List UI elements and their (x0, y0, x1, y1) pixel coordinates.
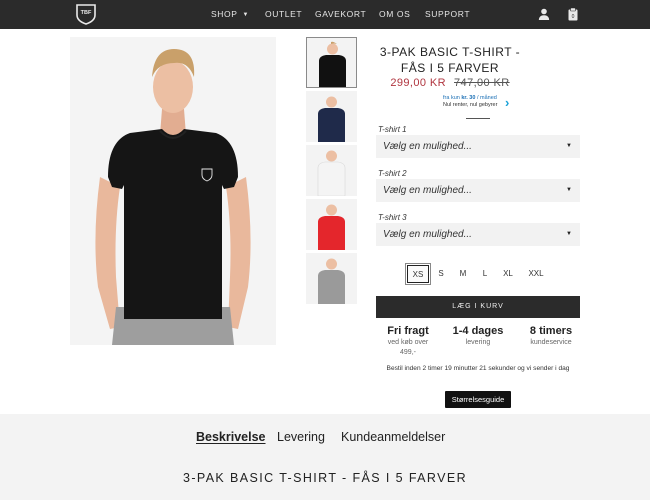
sale-price: 299,00 KR (390, 77, 446, 89)
size-guide-button[interactable]: Størrelsesguide (445, 391, 511, 408)
usp-title: 8 timers (529, 325, 573, 337)
size-option-s[interactable]: S (433, 265, 449, 283)
option-label-tshirt-2: T-shirt 2 (378, 169, 407, 178)
price-row: 299,00 KR 747,00 KR (376, 77, 524, 89)
usp-delivery: 1-4 dages levering (444, 325, 512, 348)
usp-subtitle: levering (465, 339, 491, 346)
size-option-l[interactable]: L (477, 265, 493, 283)
thumbnail-image (307, 38, 356, 87)
thumbnail-red[interactable] (306, 199, 357, 250)
size-option-xl[interactable]: XL (498, 265, 518, 283)
thumb-shirt (318, 270, 345, 304)
tab-beskrivelse[interactable]: Beskrivelse (196, 430, 266, 444)
thumbnail-grey[interactable] (306, 253, 357, 304)
nav-item-gavekort[interactable]: GAVEKORT (315, 9, 366, 19)
option-label-tshirt-3: T-shirt 3 (378, 213, 407, 222)
select-value: Vælg en mulighed... (383, 229, 472, 240)
thumbnail-image (306, 199, 357, 250)
financing-banner[interactable]: fra kun kr. 30 / måned Nul renter, nul g… (443, 95, 533, 115)
financing-line-2: Nul renter, nul gebyrer (443, 102, 498, 108)
nav-item-label: SHOP (211, 9, 238, 19)
add-to-cart-button[interactable]: LÆG I KURV (376, 296, 580, 318)
cart-icon[interactable]: 0 (566, 7, 580, 21)
select-tshirt-3[interactable]: Vælg en mulighed... ▼ (376, 223, 580, 246)
select-tshirt-2[interactable]: Vælg en mulighed... ▼ (376, 179, 580, 202)
size-option-xs[interactable]: XS (405, 263, 431, 285)
thumbnail-navy[interactable] (306, 91, 357, 142)
thumbnail-image (306, 91, 357, 142)
size-option-xxl[interactable]: XXL (524, 265, 548, 283)
thumbnail-black[interactable] (306, 37, 357, 88)
usp-customer-service: 8 timers kundeservice (517, 325, 585, 348)
caret-down-icon: ▼ (566, 187, 572, 193)
option-label-tshirt-1: T-shirt 1 (378, 125, 407, 134)
select-value: Vælg en mulighed... (383, 185, 472, 196)
caret-down-icon: ▼ (566, 231, 572, 237)
thumb-shirt (318, 216, 345, 250)
main-nav: SHOP ▼ OUTLET GAVEKORT OM OS SUPPORT (0, 0, 650, 29)
description-title: 3-PAK BASIC T-SHIRT - FÅS I 5 FARVER (182, 471, 468, 485)
model-black-tshirt-image (70, 37, 276, 345)
tab-levering[interactable]: Levering (277, 430, 325, 444)
thumb-shirt (319, 55, 346, 87)
divider (466, 118, 490, 119)
chevron-right-icon: › (505, 95, 510, 110)
site-header: TBF SHOP ▼ OUTLET GAVEKORT OM OS SUPPORT … (0, 0, 650, 29)
select-value: Vælg en mulighed... (383, 141, 472, 152)
delivery-countdown: Bestil inden 2 timer 19 minutter 21 seku… (386, 365, 570, 372)
original-price: 747,00 KR (454, 77, 510, 89)
tab-kundeanmeldelser[interactable]: Kundeanmeldelser (341, 430, 445, 444)
thumbnail-image (306, 253, 357, 304)
usp-subtitle: kundeservice (530, 339, 572, 346)
usp-subtitle: ved køb over 499,- (387, 339, 429, 356)
financing-line-1: fra kun kr. 30 / måned (443, 95, 497, 101)
user-icon[interactable] (537, 7, 551, 21)
thumbnail-white[interactable] (306, 145, 357, 196)
nav-item-support[interactable]: SUPPORT (425, 9, 470, 19)
size-option-m[interactable]: M (455, 265, 471, 283)
usp-free-shipping: Fri fragt ved køb over 499,- (374, 325, 442, 358)
svg-text:0: 0 (572, 14, 575, 20)
product-title: 3-PAK BASIC T-SHIRT - FÅS I 5 FARVER (379, 45, 521, 75)
chevron-down-icon: ▼ (242, 12, 250, 18)
main-product-image[interactable] (70, 37, 276, 345)
usp-title: 1-4 dages (452, 325, 504, 337)
product-tabs-section: Beskrivelse Levering Kundeanmeldelser 3-… (0, 414, 650, 500)
select-tshirt-1[interactable]: Vælg en mulighed... ▼ (376, 135, 580, 158)
thumbnail-image (306, 145, 357, 196)
caret-down-icon: ▼ (566, 143, 572, 149)
nav-item-om-os[interactable]: OM OS (379, 9, 410, 19)
usp-title: Fri fragt (387, 325, 429, 337)
thumb-shirt (317, 161, 346, 196)
nav-item-outlet[interactable]: OUTLET (265, 9, 302, 19)
thumb-shirt (318, 108, 345, 142)
nav-item-shop[interactable]: SHOP ▼ (211, 9, 249, 19)
